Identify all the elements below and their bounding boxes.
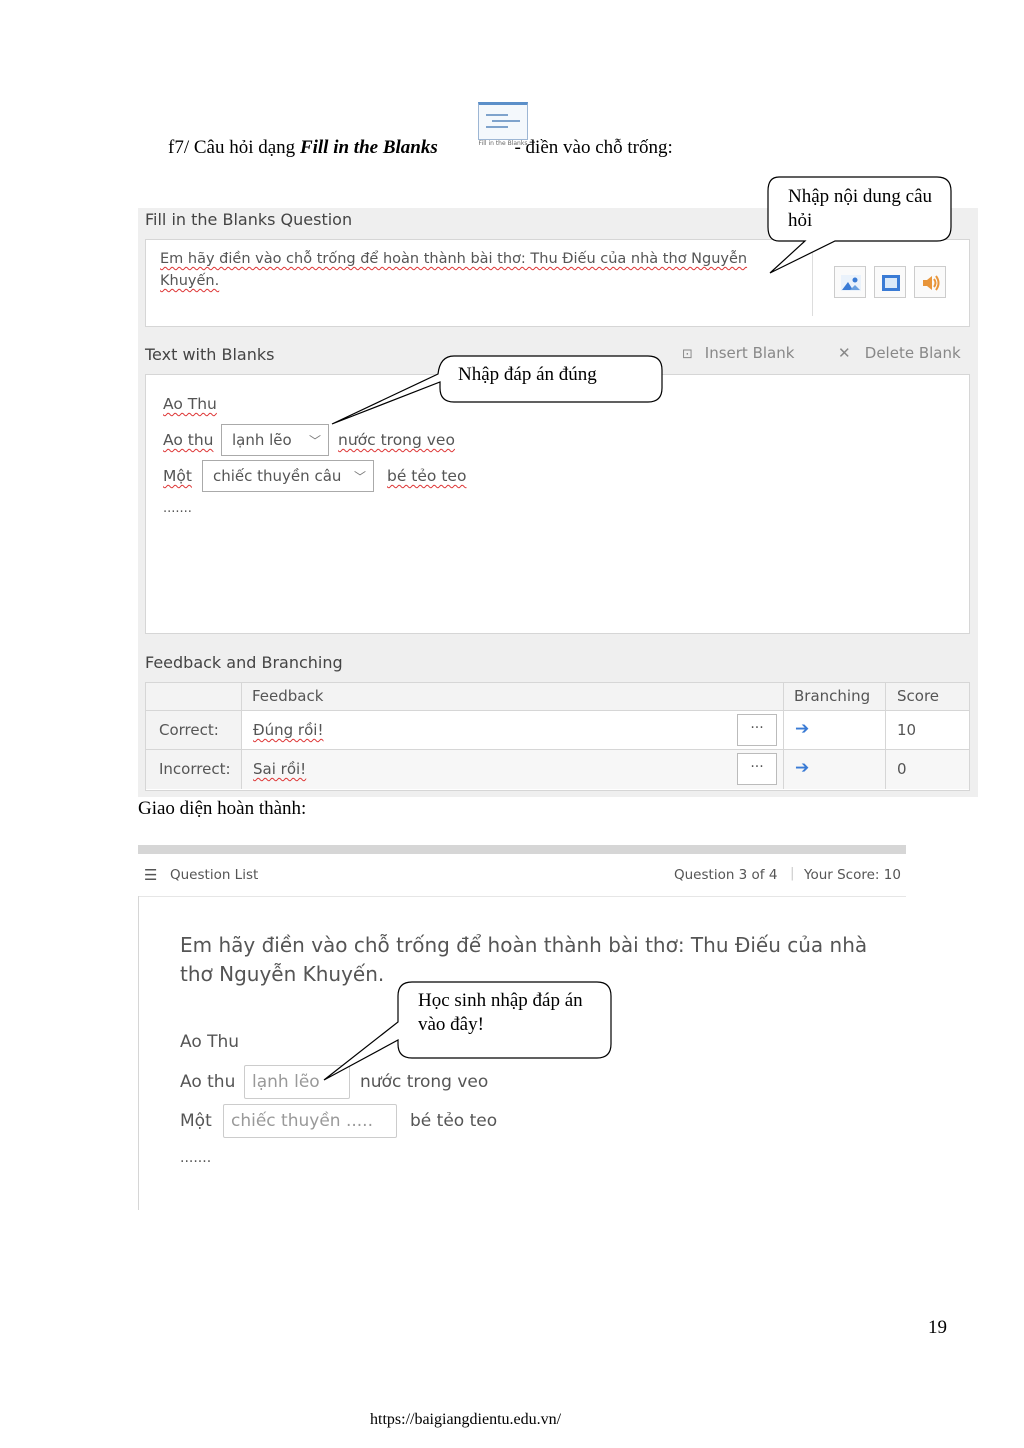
question-text[interactable]: Em hãy điền vào chỗ trống để hoàn thành … bbox=[160, 248, 770, 292]
question-editor: Fill in the Blanks Question Em hãy điền … bbox=[138, 208, 978, 797]
poem-line-2-after: nước trong veo bbox=[338, 431, 455, 449]
table-row[interactable]: Sai rồi! ··· bbox=[242, 750, 784, 789]
score-incorrect[interactable]: 0 bbox=[886, 750, 969, 789]
question-section-title: Fill in the Blanks Question bbox=[145, 210, 353, 229]
callout-correct-answer: Nhập đáp án đúng bbox=[330, 354, 665, 426]
more-options-button[interactable]: ··· bbox=[737, 753, 777, 785]
more-options-button[interactable]: ··· bbox=[737, 714, 777, 746]
footer-url: https://baigiangdientu.edu.vn/ bbox=[370, 1411, 562, 1428]
page-number: 19 bbox=[928, 1317, 947, 1338]
player-line-3-before: Một bbox=[180, 1111, 212, 1131]
question-list-button[interactable]: Question List bbox=[170, 867, 258, 883]
answer-input-2[interactable]: chiếc thuyền ..... bbox=[223, 1104, 397, 1138]
arrow-right-icon[interactable]: ➔ bbox=[795, 719, 809, 739]
poem-line-3-before: Một bbox=[163, 467, 192, 485]
table-header-feedback: Feedback bbox=[242, 683, 784, 711]
player-left-border bbox=[138, 896, 139, 1210]
row-label-correct: Correct: bbox=[146, 711, 242, 750]
branching-cell[interactable]: ➔ bbox=[784, 750, 886, 789]
feedback-correct-text[interactable]: Đúng rồi! bbox=[253, 721, 323, 739]
question-progress: Question 3 of 4 bbox=[674, 867, 778, 883]
chevron-down-icon: ﹀ bbox=[353, 470, 366, 484]
table-header-branching: Branching bbox=[784, 683, 886, 711]
player-line-1: Ao Thu bbox=[180, 1032, 240, 1052]
poem-line-2-before: Ao thu bbox=[163, 431, 214, 449]
video-icon bbox=[882, 275, 900, 291]
feedback-table: Feedback Branching Score Correct: Đúng r… bbox=[145, 682, 970, 791]
branching-cell[interactable]: ➔ bbox=[784, 711, 886, 750]
table-header-empty bbox=[146, 683, 242, 711]
player-line-3-after: bé tẻo teo bbox=[410, 1111, 498, 1131]
poem-line-4: ....... bbox=[163, 501, 192, 516]
feedback-incorrect-text[interactable]: Sai rồi! bbox=[253, 760, 306, 778]
list-icon[interactable]: ☰ bbox=[144, 866, 157, 884]
insert-blank-icon: ⊡ bbox=[682, 347, 693, 362]
player-line-2-before: Ao thu bbox=[180, 1072, 236, 1092]
chevron-down-icon: ﹀ bbox=[308, 434, 321, 448]
player-line-4: ....... bbox=[180, 1150, 212, 1166]
close-icon: ✕ bbox=[838, 344, 851, 362]
audio-icon bbox=[923, 275, 940, 291]
player-header: ☰ Question List Question 3 of 4 | Your S… bbox=[138, 854, 906, 897]
score-display: Your Score: 10 bbox=[804, 867, 901, 883]
player-top-bar bbox=[138, 845, 906, 854]
poem-line-3-after: bé tẻo teo bbox=[387, 467, 467, 485]
fill-in-blanks-icon: Fill in the Blanks bbox=[476, 100, 530, 152]
poem-line-1: Ao Thu bbox=[163, 395, 217, 413]
feedback-section-title: Feedback and Branching bbox=[145, 653, 343, 672]
blank-dropdown-1[interactable]: lạnh lẽo ﹀ bbox=[221, 424, 329, 456]
table-header-score: Score bbox=[886, 683, 969, 711]
score-correct[interactable]: 10 bbox=[886, 711, 969, 750]
delete-blank-button[interactable]: ✕ Delete Blank bbox=[838, 344, 961, 362]
row-label-incorrect: Incorrect: bbox=[146, 750, 242, 789]
completed-interface-label: Giao diện hoàn thành: bbox=[138, 798, 307, 819]
divider: | bbox=[790, 865, 795, 881]
insert-blank-button[interactable]: ⊡ Insert Blank bbox=[682, 344, 794, 362]
image-icon bbox=[841, 275, 861, 291]
table-row[interactable]: Đúng rồi! ··· bbox=[242, 711, 784, 750]
blanks-section-title: Text with Blanks bbox=[145, 345, 275, 364]
section-heading: f7/ Câu hỏi dạng Fill in the Blanks - đi… bbox=[168, 137, 673, 158]
callout-question-content: Nhập nội dung câu hỏi bbox=[765, 175, 955, 275]
callout-student-input: Học sinh nhập đáp án vào đây! bbox=[322, 980, 614, 1082]
arrow-right-icon[interactable]: ➔ bbox=[795, 758, 809, 778]
blank-dropdown-2[interactable]: chiếc thuyền câu ﹀ bbox=[202, 460, 374, 492]
